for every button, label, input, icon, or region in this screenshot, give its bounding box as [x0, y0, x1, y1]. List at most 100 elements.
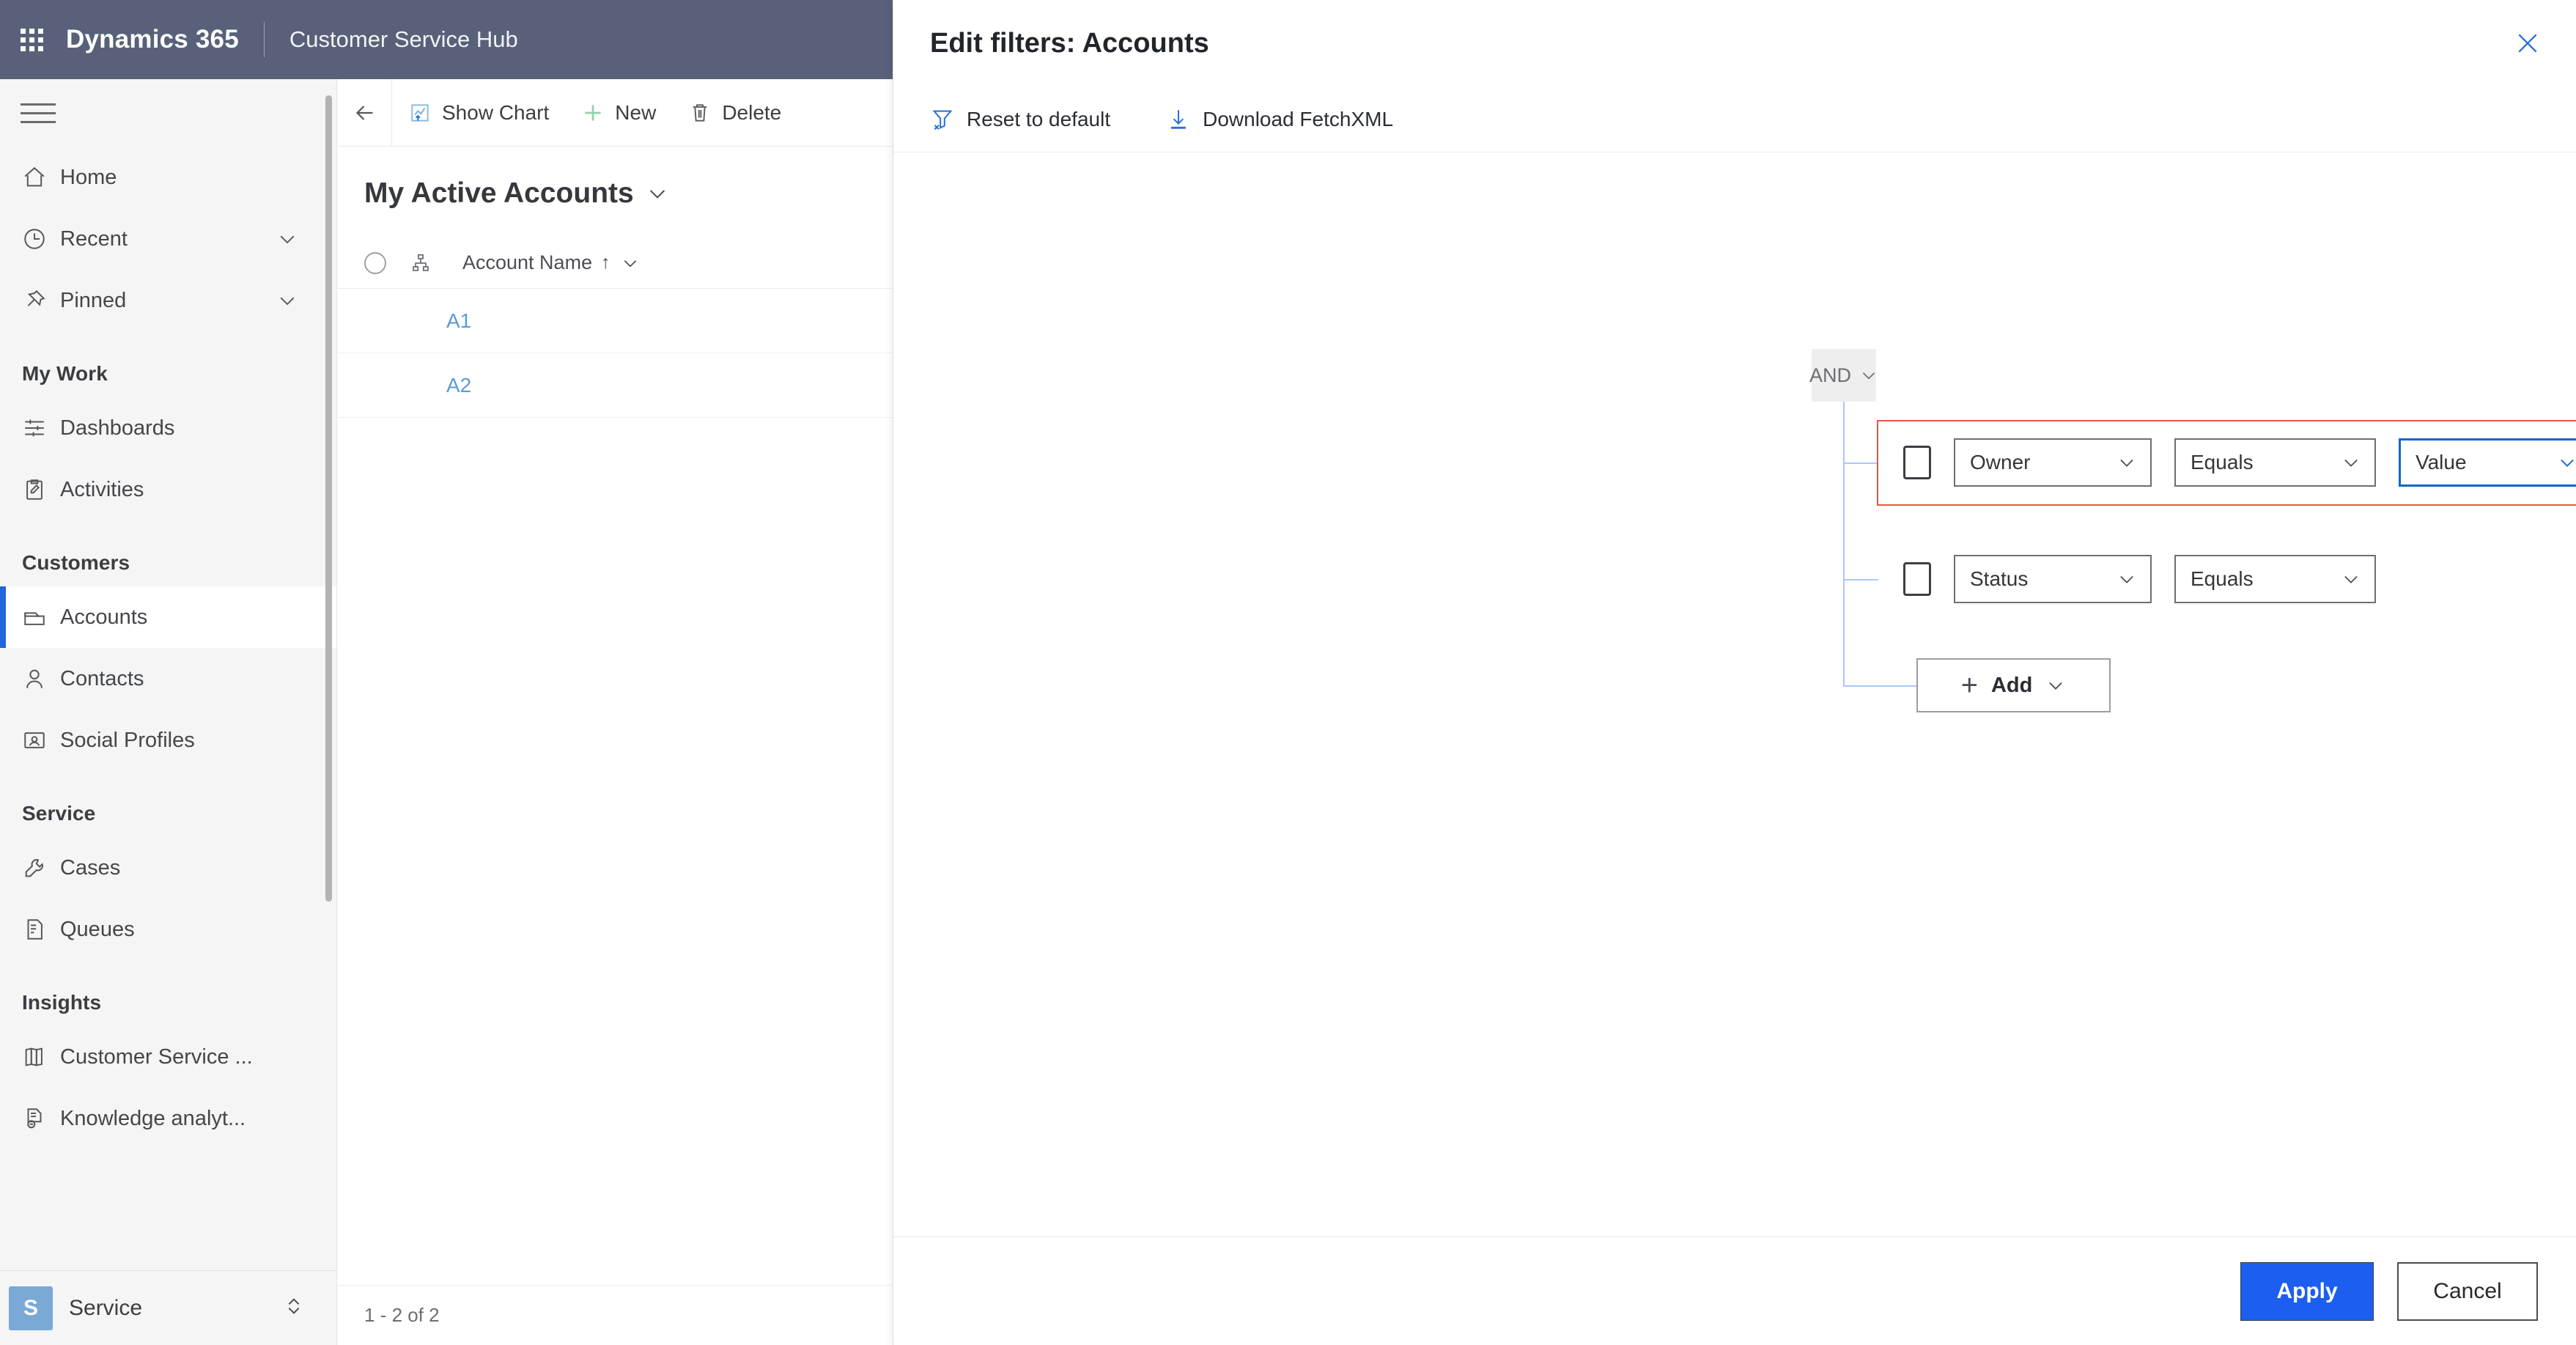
download-fetchxml-button[interactable]: Download FetchXML — [1166, 107, 1393, 132]
sidebar-item-label: Recent — [60, 226, 128, 251]
sidebar-item-dashboards[interactable]: Dashboards — [0, 397, 336, 459]
filter-row: Status Equals — [1903, 555, 2376, 603]
filter-attribute-select[interactable]: Status — [1954, 555, 2152, 603]
main-content-area: Show Chart New Delete My Active Accounts… — [338, 79, 893, 1345]
sidebar-item-label: Customer Service ... — [60, 1044, 253, 1069]
filter-operator-select[interactable]: Equals — [2174, 555, 2376, 603]
reset-to-default-button[interactable]: Reset to default — [930, 107, 1110, 132]
hamburger-icon[interactable] — [0, 79, 336, 147]
chevron-down-icon[interactable] — [646, 182, 669, 205]
delete-button[interactable]: Delete — [672, 79, 797, 146]
chevron-down-icon[interactable] — [621, 254, 640, 273]
edit-filters-panel: Edit filters: Accounts Reset to default … — [893, 0, 2576, 1345]
sidebar-item-activities[interactable]: Activities — [0, 459, 336, 520]
sidebar-item-label: Cases — [60, 855, 121, 880]
sidebar-item-contacts[interactable]: Contacts — [0, 648, 336, 710]
command-label: Delete — [722, 100, 782, 124]
sidebar-group-customers: Customers — [22, 551, 130, 574]
show-chart-icon — [408, 101, 432, 125]
chevron-down-icon — [2341, 569, 2361, 589]
sidebar-item-label: Dashboards — [60, 416, 175, 440]
account-name-link[interactable]: A1 — [446, 309, 471, 333]
activities-icon — [22, 477, 60, 502]
column-header-account-name[interactable]: Account Name ↑ — [462, 251, 640, 274]
sidebar-item-label: Accounts — [60, 605, 148, 629]
sidebar-item-label: Home — [60, 165, 117, 189]
plus-icon: + — [1960, 669, 1978, 701]
panel-title: Edit filters: Accounts — [930, 27, 1209, 59]
filter-operator-select[interactable]: Equals — [2174, 438, 2376, 487]
app-switcher[interactable]: S Service — [0, 1270, 336, 1345]
filter-operator-value: Equals — [2191, 451, 2254, 473]
sidebar-item-knowledge-analytics[interactable]: Knowledge analyt... — [0, 1088, 336, 1149]
sidebar-group-service: Service — [22, 802, 96, 825]
table-row[interactable]: A1 — [338, 289, 893, 353]
close-icon[interactable] — [2513, 29, 2542, 58]
knowledge-icon — [22, 1106, 60, 1131]
sidebar-item-customer-service-analytics[interactable]: Customer Service ... — [0, 1026, 336, 1088]
sidebar-item-label: Activities — [60, 477, 144, 501]
logic-operator-label: AND — [1809, 364, 1852, 386]
sidebar-item-label: Queues — [60, 917, 135, 941]
sidebar-item-recent[interactable]: Recent — [0, 208, 336, 270]
chevron-down-icon — [2557, 452, 2576, 473]
sidebar-item-pinned[interactable]: Pinned — [0, 270, 336, 331]
contact-icon — [22, 666, 60, 691]
filter-row-checkbox[interactable] — [1903, 562, 1931, 596]
toolbar-label: Download FetchXML — [1203, 107, 1394, 130]
chart-book-icon — [22, 1044, 60, 1069]
command-bar: Show Chart New Delete — [338, 79, 893, 147]
updown-chevron-icon[interactable] — [282, 1294, 306, 1322]
sidebar-scrollbar[interactable] — [325, 95, 332, 902]
app-name-label: Customer Service Hub — [289, 26, 518, 52]
filter-row-checkbox[interactable] — [1903, 446, 1931, 479]
filter-reset-icon — [930, 107, 955, 132]
chevron-down-icon — [2341, 452, 2361, 473]
logic-operator-and[interactable]: AND — [1809, 349, 1876, 402]
top-brand-bar: Dynamics 365 Customer Service Hub — [0, 0, 893, 79]
sidebar-item-home[interactable]: Home — [0, 147, 336, 208]
sidebar-group-my-work: My Work — [22, 362, 108, 385]
download-icon — [1166, 107, 1191, 132]
tree-connector-vertical — [1843, 402, 1845, 686]
filter-builder: AND Owner Equals Value Status Equals + A… — [893, 152, 2576, 1274]
toolbar-label: Reset to default — [967, 107, 1111, 130]
filter-value-select[interactable]: Value — [2399, 438, 2576, 487]
new-button[interactable]: New — [565, 79, 672, 146]
app-badge: S — [9, 1286, 53, 1330]
sidebar-item-accounts[interactable]: Accounts — [0, 586, 336, 648]
sidebar-item-queues[interactable]: Queues — [0, 899, 336, 960]
chevron-down-icon[interactable] — [276, 290, 298, 312]
left-sidebar: Home Recent Pinned My Work Dashboards Ac… — [0, 79, 337, 1345]
clock-icon — [22, 226, 60, 251]
cancel-button[interactable]: Cancel — [2397, 1261, 2538, 1321]
apply-button[interactable]: Apply — [2240, 1261, 2374, 1321]
paging-status: 1 - 2 of 2 — [364, 1304, 440, 1326]
trash-icon — [688, 101, 712, 125]
show-chart-button[interactable]: Show Chart — [392, 79, 565, 146]
filter-attribute-select[interactable]: Owner — [1954, 438, 2152, 487]
view-selector[interactable]: My Active Accounts — [338, 147, 893, 210]
pin-icon — [22, 288, 60, 313]
back-arrow-icon[interactable] — [338, 79, 392, 146]
page-title: My Active Accounts — [364, 177, 634, 209]
table-row[interactable]: A2 — [338, 353, 893, 418]
panel-footer: Apply Cancel — [893, 1237, 2576, 1345]
sidebar-item-label: Knowledge analyt... — [60, 1106, 246, 1130]
filter-attribute-value: Owner — [1970, 451, 2031, 473]
sidebar-item-social-profiles[interactable]: Social Profiles — [0, 710, 336, 771]
chevron-down-icon — [2116, 452, 2137, 473]
panel-header: Edit filters: Accounts — [893, 0, 2576, 86]
account-name-link[interactable]: A2 — [446, 374, 471, 397]
app-launcher-icon[interactable] — [0, 28, 63, 51]
select-all-circle-icon[interactable] — [364, 251, 386, 274]
chevron-down-icon[interactable] — [276, 228, 298, 250]
dashboard-icon — [22, 416, 60, 441]
sidebar-item-cases[interactable]: Cases — [0, 837, 336, 899]
plus-icon — [581, 101, 605, 125]
tree-connector-horizontal — [1843, 579, 1878, 581]
command-label: New — [615, 100, 657, 124]
add-filter-button[interactable]: + Add — [1916, 658, 2111, 712]
column-header-label: Account Name — [462, 251, 593, 273]
hierarchy-icon — [410, 252, 432, 274]
